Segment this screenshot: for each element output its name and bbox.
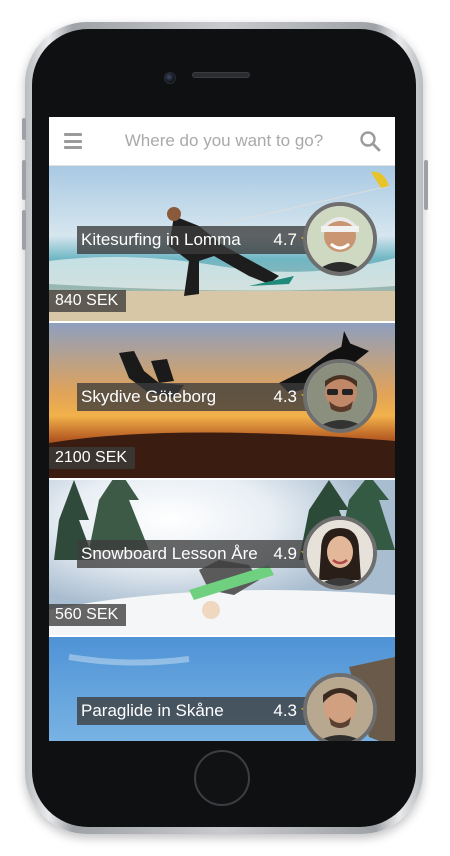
activity-title: Skydive Göteborg 4.3 ★	[77, 383, 317, 411]
activity-card-paraglide[interactable]: Paraglide in Skåne 4.3 ★	[49, 637, 395, 741]
activity-title: Snowboard Lesson Åre 4.9 ★	[77, 540, 317, 568]
instructor-avatar[interactable]	[303, 359, 377, 433]
activity-price: 840 SEK	[49, 290, 127, 312]
activity-card-skydive[interactable]: Skydive Göteborg 4.3 ★ 2100 SEK	[49, 323, 395, 478]
activity-title-text: Skydive Göteborg	[81, 387, 217, 406]
search-input[interactable]	[109, 125, 339, 157]
instructor-avatar[interactable]	[303, 673, 377, 741]
menu-icon[interactable]	[64, 133, 82, 149]
instructor-avatar[interactable]	[303, 516, 377, 590]
home-button[interactable]	[194, 750, 250, 806]
activity-title-text: Snowboard Lesson Åre	[81, 544, 258, 563]
power-button	[424, 160, 428, 210]
search-bar	[49, 117, 395, 166]
mute-switch	[22, 118, 26, 140]
activity-rating: 4.7	[273, 230, 297, 249]
avatar-photo	[307, 520, 373, 586]
activity-rating: 4.3	[273, 387, 297, 406]
front-camera	[164, 72, 176, 84]
avatar-photo	[307, 206, 373, 272]
activity-title: Paraglide in Skåne 4.3 ★	[77, 697, 317, 725]
search-icon[interactable]	[359, 130, 381, 152]
activity-price: 560 SEK	[49, 604, 127, 626]
avatar-photo	[307, 677, 373, 741]
earpiece-speaker	[192, 72, 250, 78]
app-screen: Kitesurfing in Lomma 4.7 ★ 840 SEK	[49, 117, 395, 741]
volume-down-button	[22, 210, 26, 250]
activity-rating: 4.9	[273, 544, 297, 563]
instructor-avatar[interactable]	[303, 202, 377, 276]
activity-title: Kitesurfing in Lomma 4.7 ★	[77, 226, 317, 254]
volume-up-button	[22, 160, 26, 200]
activity-title-text: Paraglide in Skåne	[81, 701, 224, 720]
activity-title-text: Kitesurfing in Lomma	[81, 230, 241, 249]
activity-card-kitesurfing[interactable]: Kitesurfing in Lomma 4.7 ★ 840 SEK	[49, 166, 395, 321]
activity-rating: 4.3	[273, 701, 297, 720]
activity-price: 2100 SEK	[49, 447, 136, 469]
activity-card-snowboard[interactable]: Snowboard Lesson Åre 4.9 ★ 560 SEK	[49, 480, 395, 635]
avatar-photo	[307, 363, 373, 429]
